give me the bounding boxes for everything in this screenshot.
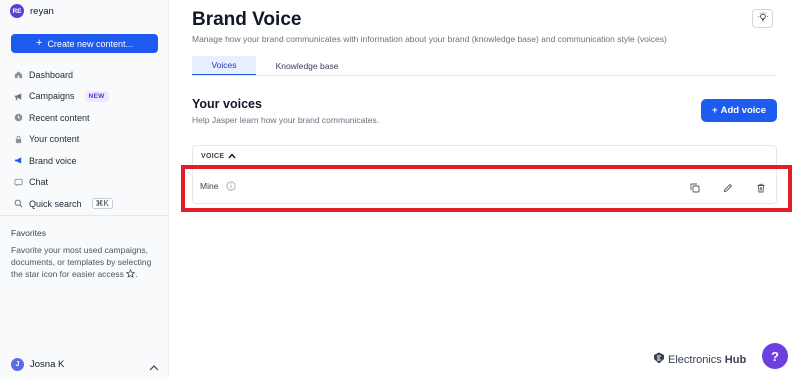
- sidebar-item-brand-voice[interactable]: Brand voice: [0, 150, 169, 172]
- plus-icon: +: [712, 105, 718, 116]
- sidebar-item-label: Campaigns: [29, 91, 75, 102]
- sidebar: RE reyan + Create new content... Dashboa…: [0, 0, 169, 377]
- section-subtitle: Help Jasper learn how your brand communi…: [192, 115, 380, 125]
- create-new-content-button[interactable]: + Create new content...: [11, 34, 158, 53]
- sidebar-item-recent-content[interactable]: Recent content: [0, 107, 169, 129]
- tab-knowledge-base[interactable]: Knowledge base: [256, 56, 358, 75]
- voices-table: VOICE Mine: [192, 145, 777, 204]
- clock-icon: [14, 113, 23, 122]
- sidebar-item-your-content[interactable]: Your content: [0, 129, 169, 151]
- trash-icon[interactable]: [755, 182, 767, 194]
- sidebar-item-label: Recent content: [29, 112, 90, 123]
- help-button[interactable]: ?: [762, 343, 788, 369]
- user-name: Josna K: [30, 359, 65, 370]
- pencil-icon[interactable]: [722, 182, 734, 194]
- lock-icon: [14, 135, 23, 144]
- sidebar-item-quick-search[interactable]: Quick search ⌘K: [0, 193, 169, 215]
- workspace-name: reyan: [30, 5, 54, 17]
- avatar: J: [11, 358, 24, 371]
- favorites-title: Favorites: [11, 228, 46, 238]
- search-icon: [14, 199, 23, 208]
- tab-divider: [192, 75, 777, 76]
- workspace-avatar: RE: [10, 4, 24, 18]
- tab-bar: Voices Knowledge base: [192, 56, 358, 75]
- chevron-up-icon: [228, 152, 236, 161]
- watermark-brand: Electronics: [668, 353, 722, 366]
- plus-icon: +: [36, 37, 43, 49]
- voice-name: Mine: [200, 181, 219, 191]
- star-icon: [126, 268, 136, 279]
- copy-icon[interactable]: [689, 182, 701, 194]
- chevron-up-icon[interactable]: [148, 360, 160, 371]
- sidebar-item-campaigns[interactable]: Campaigns NEW: [0, 86, 169, 108]
- sidebar-item-label: Dashboard: [29, 69, 74, 80]
- add-voice-button[interactable]: + Add voice: [701, 99, 777, 122]
- megaphone-icon: [14, 156, 23, 165]
- column-header-label: VOICE: [201, 153, 225, 160]
- workspace-switcher[interactable]: RE reyan: [10, 4, 54, 18]
- sidebar-item-dashboard[interactable]: Dashboard: [0, 64, 169, 86]
- electronics-hub-logo-icon: [653, 352, 665, 367]
- page-title: Brand Voice: [192, 9, 302, 30]
- page-subtitle: Manage how your brand communicates with …: [192, 34, 667, 44]
- voice-column-header[interactable]: VOICE: [193, 146, 776, 168]
- lightbulb-icon: [757, 10, 768, 28]
- tips-button[interactable]: [752, 9, 773, 28]
- chat-icon: [14, 178, 23, 187]
- tab-voices[interactable]: Voices: [192, 56, 256, 75]
- sidebar-item-label: Chat: [29, 177, 49, 188]
- keyboard-shortcut: ⌘K: [91, 198, 113, 210]
- table-row[interactable]: Mine: [193, 168, 776, 204]
- home-icon: [14, 70, 23, 79]
- sidebar-item-label: Your content: [29, 134, 80, 145]
- favorites-description: Favorite your most used campaigns, docum…: [11, 245, 152, 279]
- sidebar-item-chat[interactable]: Chat: [0, 172, 169, 194]
- sidebar-item-label: Quick search: [29, 198, 82, 209]
- new-badge: NEW: [84, 90, 109, 102]
- info-icon[interactable]: [226, 181, 237, 191]
- sidebar-nav: Dashboard Campaigns NEW Recent content Y…: [0, 64, 169, 215]
- sidebar-item-label: Brand voice: [29, 155, 77, 166]
- user-menu[interactable]: J Josna K: [11, 358, 64, 371]
- section-title: Your voices: [192, 97, 262, 111]
- watermark: Electronics Hub: [653, 352, 746, 367]
- create-button-label: Create new content...: [47, 38, 133, 49]
- add-voice-label: Add voice: [720, 105, 766, 116]
- megaphone-icon: [14, 92, 23, 101]
- watermark-suffix: Hub: [724, 353, 747, 366]
- sidebar-divider: [0, 215, 169, 216]
